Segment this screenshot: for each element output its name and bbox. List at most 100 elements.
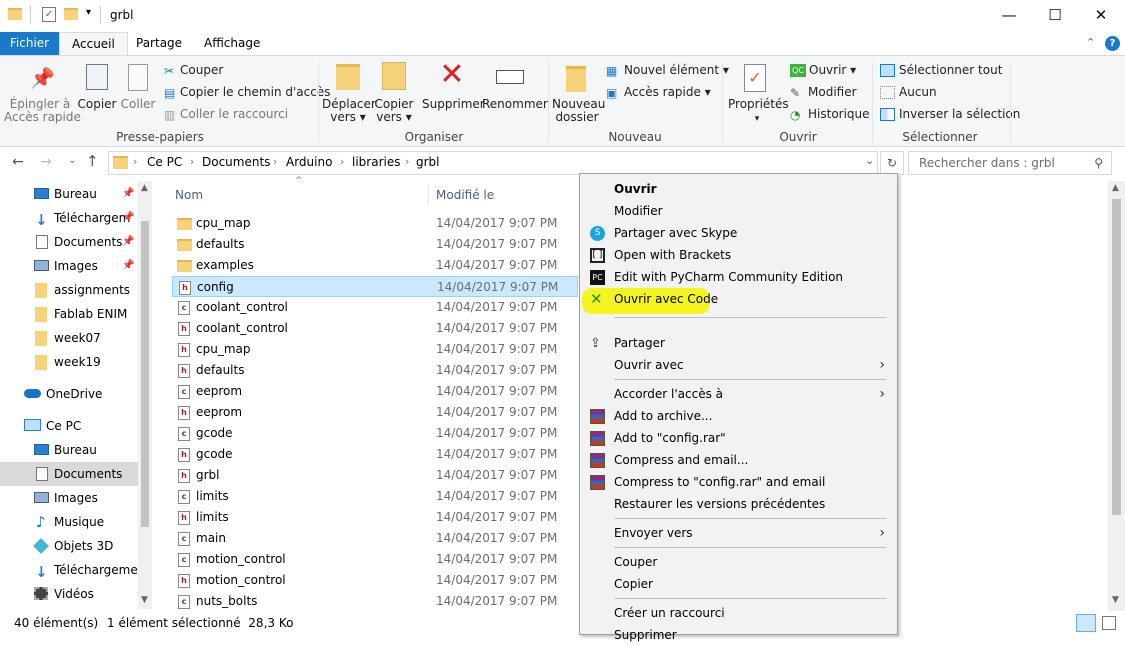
context-menu-item[interactable]: PC Edit with PyCharm Community Edition bbox=[580, 266, 897, 288]
properties-button[interactable]: Propriétés ▾ bbox=[728, 98, 789, 126]
address-dropdown-icon[interactable]: ⌄ bbox=[865, 154, 874, 167]
context-menu-item[interactable]: S Partager avec Skype bbox=[580, 222, 897, 244]
nav-pc-music[interactable]: ♪ Musique bbox=[0, 510, 152, 534]
delete-button[interactable]: Supprimer bbox=[422, 98, 485, 111]
file-row[interactable]: h cpu_map 14/04/2017 9:07 PM bbox=[172, 339, 578, 360]
context-menu-item[interactable]: Envoyer vers › bbox=[580, 522, 897, 544]
qa-dropdown-icon[interactable]: ▾ bbox=[86, 7, 91, 18]
file-row[interactable]: c motion_control 14/04/2017 9:07 PM bbox=[172, 549, 578, 570]
file-row[interactable]: cpu_map 14/04/2017 9:07 PM bbox=[172, 213, 578, 234]
file-row[interactable]: h gcode 14/04/2017 9:07 PM bbox=[172, 444, 578, 465]
properties-qa-icon[interactable]: ✓ bbox=[42, 7, 56, 22]
nav-pc-documents[interactable]: Documents bbox=[0, 462, 152, 486]
context-menu-item[interactable]: [ ] Open with Brackets bbox=[580, 244, 897, 266]
forward-arrow-icon[interactable]: → bbox=[40, 154, 52, 170]
column-header-modified[interactable]: Modifié le bbox=[436, 183, 494, 207]
large-icons-view-icon[interactable] bbox=[1102, 616, 1116, 630]
tab-file[interactable]: Fichier bbox=[0, 32, 59, 56]
copy-to-button[interactable]: Copier vers ▾ bbox=[372, 98, 416, 124]
select-all-button[interactable]: Sélectionner tout bbox=[880, 63, 1002, 77]
file-row[interactable]: c eeprom 14/04/2017 9:07 PM bbox=[172, 381, 578, 402]
context-menu-item[interactable]: Add to "config.rar" bbox=[580, 427, 897, 449]
refresh-icon[interactable]: ↻ bbox=[880, 151, 904, 175]
nav-pc-3d-objects[interactable]: Objets 3D bbox=[0, 534, 152, 558]
file-row[interactable]: h eeprom 14/04/2017 9:07 PM bbox=[172, 402, 578, 423]
file-scrollbar-thumb[interactable] bbox=[1112, 199, 1121, 515]
file-row[interactable]: h limits 14/04/2017 9:07 PM bbox=[172, 507, 578, 528]
new-folder-button[interactable]: Nouveau dossier bbox=[552, 98, 605, 124]
scroll-up-icon[interactable]: ▲ bbox=[141, 183, 148, 193]
column-header-name[interactable]: Nom bbox=[175, 183, 203, 207]
tab-share[interactable]: Partage bbox=[124, 32, 194, 56]
new-folder-qa-icon[interactable] bbox=[64, 8, 78, 20]
scroll-up-icon[interactable]: ▲ bbox=[1112, 183, 1119, 193]
up-arrow-icon[interactable]: ↑ bbox=[86, 152, 99, 170]
context-menu-item[interactable]: ⇪ Partager bbox=[580, 332, 897, 354]
nav-quick-fablab[interactable]: Fablab ENIM bbox=[0, 302, 152, 326]
file-scrollbar[interactable]: ▲ ▼ bbox=[1108, 181, 1125, 611]
copy-path-button[interactable]: ▤ Copier le chemin d'accès bbox=[164, 85, 330, 100]
file-row[interactable]: c main 14/04/2017 9:07 PM bbox=[172, 528, 578, 549]
context-menu-item[interactable]: Compress to "config.rar" and email bbox=[580, 471, 897, 493]
search-input[interactable]: Rechercher dans : grbl ⚲ bbox=[908, 151, 1112, 175]
context-menu-item[interactable]: Ouvrir bbox=[580, 178, 897, 200]
context-menu-item[interactable]: Add to archive... bbox=[580, 405, 897, 427]
nav-quick-week19[interactable]: week19 bbox=[0, 350, 152, 374]
recent-dropdown-icon[interactable]: ⌄ bbox=[68, 155, 76, 166]
select-none-button[interactable]: Aucun bbox=[880, 85, 937, 99]
edit-button[interactable]: ✎ Modifier bbox=[790, 85, 857, 100]
nav-scrollbar-thumb[interactable] bbox=[141, 221, 149, 527]
context-menu-item[interactable]: Compress and email... bbox=[580, 449, 897, 471]
file-row[interactable]: h grbl 14/04/2017 9:07 PM bbox=[172, 465, 578, 486]
address-bar[interactable]: › Ce PC › Documents › Arduino › librarie… bbox=[108, 151, 878, 175]
nav-quick-bureau[interactable]: Bureau 📌 bbox=[0, 182, 152, 206]
paste-button[interactable]: Coller bbox=[120, 98, 156, 111]
context-menu-item[interactable]: Accorder l'accès à › bbox=[580, 383, 897, 405]
invert-selection-button[interactable]: Inverser la sélection bbox=[880, 107, 1020, 121]
nav-pc-videos[interactable]: Vidéos bbox=[0, 582, 152, 606]
context-menu-item[interactable]: Copier bbox=[580, 573, 897, 595]
context-menu-item[interactable]: Restaurer les versions précédentes bbox=[580, 493, 897, 515]
context-menu-item[interactable]: ✕ Ouvrir avec Code bbox=[580, 288, 897, 314]
nav-onedrive[interactable]: OneDrive bbox=[0, 382, 152, 406]
details-view-icon[interactable] bbox=[1076, 614, 1096, 632]
open-button[interactable]: QC Ouvrir ▾ bbox=[790, 63, 856, 77]
nav-quick-downloads[interactable]: ↓ Téléchargem 📌 bbox=[0, 206, 152, 230]
nav-pc-downloads[interactable]: ↓ Téléchargement bbox=[0, 558, 152, 582]
nav-quick-images[interactable]: Images 📌 bbox=[0, 254, 152, 278]
history-button[interactable]: ◔ Historique bbox=[790, 107, 870, 122]
minimize-button[interactable]: — bbox=[986, 0, 1032, 32]
help-icon[interactable]: ? bbox=[1105, 36, 1120, 51]
nav-pc-bureau[interactable]: Bureau bbox=[0, 438, 152, 462]
breadcrumb-this-pc[interactable]: Ce PC bbox=[147, 155, 182, 169]
file-row[interactable]: h config 14/04/2017 9:07 PM bbox=[172, 276, 578, 297]
file-row[interactable]: c limits 14/04/2017 9:07 PM bbox=[172, 486, 578, 507]
nav-quick-week07[interactable]: week07 bbox=[0, 326, 152, 350]
easy-access-button[interactable]: ▣ Accès rapide ▾ bbox=[606, 85, 711, 100]
move-to-button[interactable]: Déplacer vers ▾ bbox=[322, 98, 376, 124]
context-menu-item[interactable]: Couper bbox=[580, 551, 897, 573]
scroll-down-icon[interactable]: ▼ bbox=[1112, 595, 1119, 605]
context-menu-item[interactable]: Supprimer bbox=[580, 624, 897, 646]
nav-quick-documents[interactable]: Documents 📌 bbox=[0, 230, 152, 254]
context-menu-item[interactable]: Créer un raccourci bbox=[580, 602, 897, 624]
nav-this-pc[interactable]: Ce PC bbox=[0, 414, 152, 438]
nav-scrollbar[interactable]: ▲ ▼ bbox=[138, 181, 152, 609]
new-item-button[interactable]: ▦ Nouvel élément ▾ bbox=[606, 63, 729, 78]
nav-pc-images[interactable]: Images bbox=[0, 486, 152, 510]
cut-button[interactable]: ✂ Couper bbox=[164, 63, 223, 78]
breadcrumb-arduino[interactable]: Arduino bbox=[286, 155, 332, 169]
file-row[interactable]: h defaults 14/04/2017 9:07 PM bbox=[172, 360, 578, 381]
breadcrumb-grbl[interactable]: grbl bbox=[416, 155, 440, 169]
file-row[interactable]: defaults 14/04/2017 9:07 PM bbox=[172, 234, 578, 255]
file-row[interactable]: examples 14/04/2017 9:07 PM bbox=[172, 255, 578, 276]
file-row[interactable]: c nuts_bolts 14/04/2017 9:07 PM bbox=[172, 591, 578, 612]
back-arrow-icon[interactable]: ← bbox=[12, 154, 24, 170]
maximize-button[interactable]: ☐ bbox=[1032, 0, 1078, 32]
tab-view[interactable]: Affichage bbox=[192, 32, 272, 56]
rename-button[interactable]: Renommer bbox=[482, 98, 548, 111]
context-menu-item[interactable]: Ouvrir avec › bbox=[580, 354, 897, 376]
copy-button[interactable]: Copier bbox=[76, 98, 118, 111]
breadcrumb-libraries[interactable]: libraries bbox=[352, 155, 400, 169]
breadcrumb-documents[interactable]: Documents bbox=[202, 155, 270, 169]
